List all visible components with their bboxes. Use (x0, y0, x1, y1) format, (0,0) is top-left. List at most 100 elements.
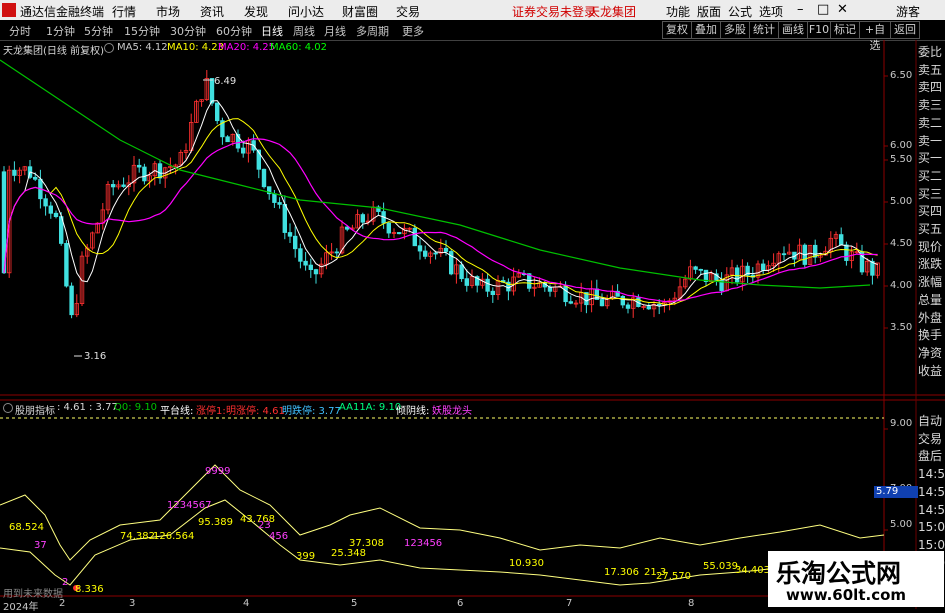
candle-body (64, 243, 69, 287)
ind-label: 17.306 (604, 567, 639, 578)
ind-label: 8.336 (75, 584, 104, 595)
candle-body (485, 278, 490, 292)
indicator-dragon: 妖股龙头 (432, 406, 472, 417)
price-tick: 3.50 (890, 322, 913, 333)
ind-label: 27.570 (656, 571, 691, 582)
candle-body (417, 245, 423, 252)
candle-body (735, 267, 740, 283)
quote-row-15: 外盘 (918, 310, 943, 325)
candle-body (69, 285, 74, 316)
quote-row-7: 买二 (918, 168, 943, 183)
time-row-3: 14:56 (918, 467, 945, 482)
date-tick: 2 (59, 598, 66, 609)
date-tick: 7 (566, 598, 573, 609)
candle-body (433, 252, 438, 255)
ind-label: 55.039 (703, 561, 738, 572)
chart-title: 天龙集团(日线 前复权) (3, 46, 104, 57)
candle-body (308, 264, 313, 270)
ind-label: 95.389 (198, 517, 233, 528)
candle-body (48, 205, 53, 214)
quote-row-12: 涨跌 (918, 257, 943, 272)
ma20-label: MA20: 4.25 (218, 42, 276, 53)
quote-row-6: 买一 (918, 151, 943, 166)
price-tick: 4.50 (890, 238, 913, 249)
candle-body (334, 251, 339, 254)
indicator-settings-icon[interactable] (3, 403, 13, 413)
quote-row-5: 卖一 (918, 133, 943, 148)
candle-body (303, 260, 308, 266)
candle-body (240, 147, 246, 154)
ind-label: 68.524 (9, 522, 44, 533)
indicator-next-limit-down: 明跌停: 3.77 (282, 406, 341, 417)
candle-body (568, 301, 573, 304)
time-row-1: 交易 (918, 431, 943, 446)
candle-body (646, 306, 651, 310)
quote-row-9: 买四 (918, 204, 943, 219)
watermark-box: 乐淘公式网 www.60lt.com (768, 551, 944, 607)
ind-label: 123456 (404, 538, 443, 549)
candle-body (761, 263, 766, 271)
indicator-tick: 5.00 (890, 519, 913, 530)
ma5-label: MA5: 4.12 (117, 42, 168, 53)
quote-row-11: 现价 (918, 239, 943, 254)
indicator-yin-line: 倾阴线: (396, 406, 430, 417)
candle-body (157, 163, 163, 179)
ind-label: 1234567 (167, 500, 212, 511)
date-tick: 2024年 (3, 602, 39, 613)
settings-dot-icon[interactable] (104, 43, 114, 53)
ma60-label: MA60: 4.02 (270, 42, 328, 53)
candle-body (53, 212, 59, 218)
candle-body (599, 299, 605, 307)
candle-body (844, 244, 849, 261)
candle-body (292, 235, 298, 250)
indicator-q0: Q0: 9.10 (114, 402, 158, 413)
price-tick: 4.00 (890, 280, 913, 291)
watermark-title: 乐淘公式网 (776, 559, 902, 588)
ind-label: 74.382 (120, 531, 155, 542)
quote-row-13: 涨幅 (918, 275, 943, 290)
candle-body (214, 102, 220, 122)
candle-body (422, 250, 428, 257)
ind-label: 9999 (205, 466, 231, 477)
candle-body (490, 290, 495, 296)
ma10-label: MA10: 4.23 (167, 42, 225, 53)
time-row-5: 14:57 (918, 502, 945, 517)
ind-label: 37.308 (349, 538, 384, 549)
ma20-line (3, 138, 878, 303)
time-row-4: 14:56 (918, 484, 945, 499)
time-side-panel: 自动交易盘后14:5614:5614:5715:0515:0515:05 (918, 413, 945, 572)
date-tick: 4 (243, 598, 250, 609)
indicator-aa11a: AA11A: 9.10 (339, 402, 402, 413)
quote-row-3: 卖三 (918, 98, 943, 113)
candle-body (142, 166, 147, 182)
ma10-line (3, 118, 878, 306)
candle-body (298, 248, 303, 262)
candle-body (412, 227, 417, 247)
candle-body (282, 203, 287, 233)
candle-body (33, 176, 38, 180)
price-tick: 6.00 (890, 140, 913, 151)
candle-body (287, 232, 293, 237)
indicator-values: : 4.61 : 3.77 (57, 402, 118, 413)
current-value-badge: 5.79 (874, 486, 918, 498)
quote-row-2: 卖四 (918, 80, 943, 95)
indicator-next-limit-up: 明涨停: 4.61 (226, 406, 285, 417)
indicator-limit-up: 涨停1: (196, 406, 226, 417)
low-price-label: 3.16 (84, 351, 107, 362)
ind-label: 126.564 (153, 531, 195, 542)
time-row-0: 自动 (918, 414, 943, 428)
quote-row-14: 总量 (918, 292, 943, 307)
price-tick: 5.00 (890, 196, 913, 207)
candle-body (261, 168, 267, 188)
candle-body (443, 247, 449, 252)
kline-chart[interactable] (0, 0, 945, 609)
candle-body (225, 136, 230, 143)
quote-row-18: 收益 (918, 363, 943, 378)
candle-body (693, 266, 698, 270)
ind-label: 399 (296, 551, 316, 562)
ind-label: 23 (258, 520, 271, 531)
watermark-url: www.60lt.com (786, 586, 907, 604)
price-tick: 6.50 (890, 70, 913, 81)
candle-body (121, 184, 126, 187)
quote-row-4: 卖二 (918, 115, 943, 130)
